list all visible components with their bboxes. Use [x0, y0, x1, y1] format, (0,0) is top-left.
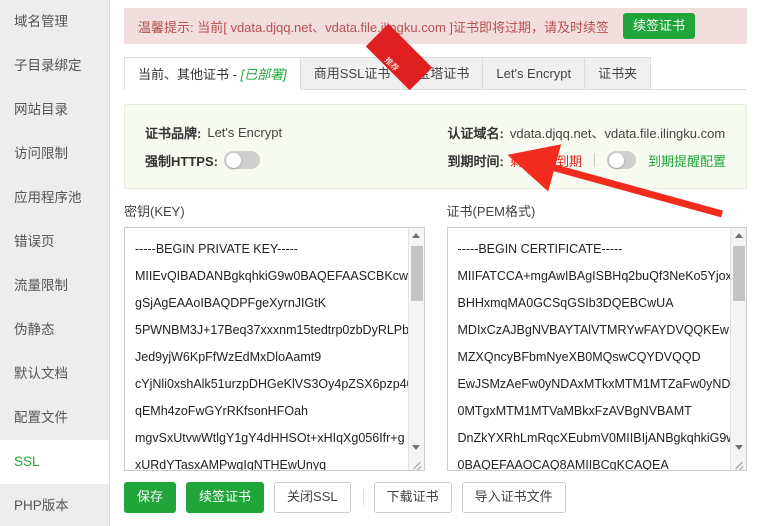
key-scrollbar[interactable]: [407, 228, 424, 470]
force-https-label: 强制HTTPS:: [145, 153, 218, 169]
cert-domains-row: 认证域名: vdata.djqq.net、vdata.file.ilingku.…: [448, 118, 727, 146]
sidebar-item-label: SSL: [14, 454, 40, 469]
tab-lets-encrypt[interactable]: Let's Encrypt: [482, 57, 586, 89]
tab-label: Let's Encrypt: [496, 66, 572, 81]
tab-label: 证书夹: [598, 66, 638, 81]
cert-info-right-column: 认证域名: vdata.djqq.net、vdata.file.ilingku.…: [424, 118, 727, 174]
sidebar-item-rewrite[interactable]: 伪静态: [0, 308, 109, 352]
key-textarea[interactable]: -----BEGIN PRIVATE KEY----- MIIEvQIBADAN…: [125, 228, 408, 470]
scrollbar-thumb[interactable]: [733, 246, 745, 301]
sidebar-item-subdir-bind[interactable]: 子目录绑定: [0, 44, 109, 88]
close-ssl-button[interactable]: 关闭SSL: [274, 482, 351, 513]
resize-grip[interactable]: [408, 455, 424, 470]
key-textarea-wrapper[interactable]: -----BEGIN PRIVATE KEY----- MIIEvQIBADAN…: [124, 227, 425, 471]
cert-brand-row: 证书品牌: Let's Encrypt: [145, 118, 424, 146]
sidebar-item-label: 域名管理: [14, 14, 68, 29]
cert-expiry-label: 到期时间:: [447, 153, 504, 169]
sidebar-item-ssl[interactable]: SSL: [0, 440, 109, 484]
key-field-group: 密钥(KEY) -----BEGIN PRIVATE KEY----- MIIE…: [124, 201, 425, 471]
sidebar-item-traffic-limit[interactable]: 流量限制: [0, 264, 109, 308]
chevron-up-icon: [412, 233, 420, 238]
sidebar-item-label: 网站目录: [14, 102, 68, 117]
chevron-down-icon: [412, 445, 420, 450]
tab-bt-cert[interactable]: 宝塔证书: [403, 57, 484, 89]
chevron-up-icon: [734, 233, 743, 238]
scrollbar-thumb[interactable]: [410, 246, 423, 301]
expiry-warning-banner: 温馨提示: 当前[ vdata.djqq.net、vdata.file.ilin…: [124, 8, 747, 44]
sidebar-item-label: 访问限制: [14, 146, 68, 161]
expiry-reminder-toggle[interactable]: [606, 151, 636, 169]
scroll-up-button[interactable]: [409, 228, 424, 243]
banner-text: 温馨提示: 当前[ vdata.djqq.net、vdata.file.ilin…: [138, 19, 610, 35]
cert-fields: 密钥(KEY) -----BEGIN PRIVATE KEY----- MIIE…: [124, 201, 747, 471]
cert-textarea[interactable]: -----BEGIN CERTIFICATE----- MIIFATCCA+mg…: [448, 228, 731, 470]
sidebar-item-label: 默认文档: [14, 366, 68, 381]
renew-cert-button[interactable]: 续签证书: [186, 482, 265, 513]
sidebar-item-app-pool[interactable]: 应用程序池: [0, 176, 109, 220]
cert-field-group: 证书(PEM格式) -----BEGIN CERTIFICATE----- MI…: [446, 201, 747, 471]
action-button-bar: 保存 续签证书 关闭SSL 下载证书 导入证书文件: [124, 482, 747, 513]
cert-expiry-value: 剩余9天到期: [509, 153, 583, 169]
divider: [594, 153, 595, 167]
force-https-toggle[interactable]: [223, 151, 260, 169]
sidebar-item-access-limit[interactable]: 访问限制: [0, 132, 109, 176]
cert-brand-label: 证书品牌:: [145, 125, 202, 141]
main-content: 温馨提示: 当前[ vdata.djqq.net、vdata.file.ilin…: [110, 0, 761, 526]
sidebar-item-label: 错误页: [14, 234, 55, 249]
scroll-down-button[interactable]: [731, 440, 746, 455]
tab-commercial-ssl[interactable]: 商用SSL证书 推荐: [299, 23, 433, 91]
sidebar-item-error-page[interactable]: 错误页: [0, 220, 109, 264]
sidebar-item-config-file[interactable]: 配置文件: [0, 396, 109, 440]
certificate-info-panel: 证书品牌: Let's Encrypt 强制HTTPS: 认证域名: vdata…: [124, 104, 747, 189]
sidebar-item-label: 应用程序池: [14, 190, 82, 205]
cert-domains-value: vdata.djqq.net、vdata.file.ilingku.com: [509, 125, 726, 141]
force-https-row: 强制HTTPS:: [145, 146, 424, 174]
cert-textarea-wrapper[interactable]: -----BEGIN CERTIFICATE----- MIIFATCCA+mg…: [446, 227, 747, 471]
cert-field-label: 证书(PEM格式): [446, 204, 536, 219]
sidebar-item-default-document[interactable]: 默认文档: [0, 352, 109, 396]
toggle-knob: [225, 152, 241, 168]
chevron-down-icon: [734, 445, 743, 450]
resize-grip[interactable]: [731, 455, 746, 470]
expiry-reminder-config-link[interactable]: 到期提醒配置: [648, 151, 726, 170]
tab-deployed-badge: [已部署]: [240, 67, 287, 82]
tab-label: 当前、其他证书 -: [138, 67, 241, 82]
cert-expiry-row: 到期时间: 剩余9天到期 到期提醒配置: [447, 146, 726, 174]
scroll-down-button[interactable]: [409, 440, 424, 455]
import-cert-file-button[interactable]: 导入证书文件: [461, 482, 566, 513]
tab-label: 宝塔证书: [417, 66, 470, 81]
save-button[interactable]: 保存: [124, 482, 177, 513]
sidebar-item-site-directory[interactable]: 网站目录: [0, 88, 109, 132]
tab-label: 商用SSL证书: [313, 66, 391, 81]
cert-info-left-column: 证书品牌: Let's Encrypt 强制HTTPS:: [145, 118, 424, 174]
scroll-up-button[interactable]: [731, 228, 746, 243]
cert-tabs: 当前、其他证书 - [已部署] 商用SSL证书 推荐 宝塔证书 Let's Enc…: [124, 23, 747, 91]
sidebar-item-label: PHP版本: [14, 498, 69, 513]
key-field-label: 密钥(KEY): [124, 204, 185, 219]
ssl-settings-page: 域名管理 子目录绑定 网站目录 访问限制 应用程序池 错误页 流量限制 伪静态 …: [0, 0, 761, 526]
sidebar-item-label: 配置文件: [14, 410, 68, 425]
cert-domains-label: 认证域名:: [447, 125, 504, 141]
toggle-knob: [608, 152, 624, 168]
tab-current-other-certs[interactable]: 当前、其他证书 - [已部署]: [124, 57, 301, 90]
cert-brand-value: Let's Encrypt: [207, 124, 283, 140]
sidebar-item-label: 伪静态: [14, 322, 55, 337]
sidebar-item-php-version[interactable]: PHP版本: [0, 484, 109, 526]
tab-cert-folder[interactable]: 证书夹: [584, 57, 652, 89]
sidebar: 域名管理 子目录绑定 网站目录 访问限制 应用程序池 错误页 流量限制 伪静态 …: [0, 0, 110, 526]
cert-scrollbar[interactable]: [730, 228, 746, 470]
download-cert-button[interactable]: 下载证书: [373, 482, 452, 513]
divider: [362, 489, 364, 506]
sidebar-item-label: 流量限制: [14, 278, 68, 293]
sidebar-item-label: 子目录绑定: [14, 58, 82, 73]
sidebar-item-domain-manage[interactable]: 域名管理: [0, 0, 109, 44]
banner-renew-cert-button[interactable]: 续签证书: [623, 13, 696, 39]
